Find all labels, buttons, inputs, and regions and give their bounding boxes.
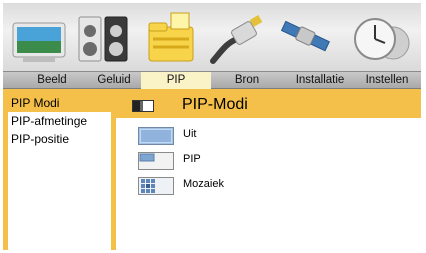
panel-body: Uit PIP Mozaiek bbox=[116, 118, 421, 250]
tab-bron[interactable]: Bron bbox=[225, 72, 269, 89]
pip-folder-icon[interactable] bbox=[141, 9, 203, 67]
tab-instellen[interactable]: Instellen bbox=[355, 72, 419, 89]
tab-pip[interactable]: PIP bbox=[141, 72, 211, 89]
tv-picture-icon[interactable] bbox=[9, 9, 69, 67]
sidebar: PIP Modi PIP-afmetinge PIP-positie bbox=[8, 94, 111, 250]
option-label-mozaiek: Mozaiek bbox=[183, 178, 224, 190]
tab-geluid[interactable]: Geluid bbox=[87, 72, 141, 89]
speaker-icon[interactable] bbox=[73, 9, 133, 67]
pip-window-icon bbox=[138, 152, 174, 175]
pip-mode-icon bbox=[132, 99, 154, 117]
tab-installatie[interactable]: Installatie bbox=[285, 72, 355, 89]
sidebar-item-pip-modi[interactable]: PIP Modi bbox=[8, 94, 111, 112]
menu-icon-strip bbox=[3, 3, 421, 71]
panel-header: PIP-Modi bbox=[116, 94, 421, 116]
menu-tab-bar: Beeld Geluid PIP Bron Installatie Instel… bbox=[3, 71, 421, 89]
sidebar-item-pip-afmetingen[interactable]: PIP-afmetinge bbox=[8, 112, 111, 130]
source-cable-icon[interactable] bbox=[207, 9, 267, 67]
mosaic-grid-icon bbox=[138, 177, 174, 200]
tab-beeld[interactable]: Beeld bbox=[27, 72, 77, 89]
option-label-uit: Uit bbox=[183, 128, 197, 140]
pip-off-icon bbox=[138, 127, 174, 150]
clock-gear-icon[interactable] bbox=[345, 9, 415, 67]
option-label-pip: PIP bbox=[183, 153, 201, 165]
satellite-icon[interactable] bbox=[275, 9, 335, 67]
panel-title: PIP-Modi bbox=[182, 96, 248, 113]
sidebar-item-pip-positie[interactable]: PIP-positie bbox=[8, 130, 111, 148]
